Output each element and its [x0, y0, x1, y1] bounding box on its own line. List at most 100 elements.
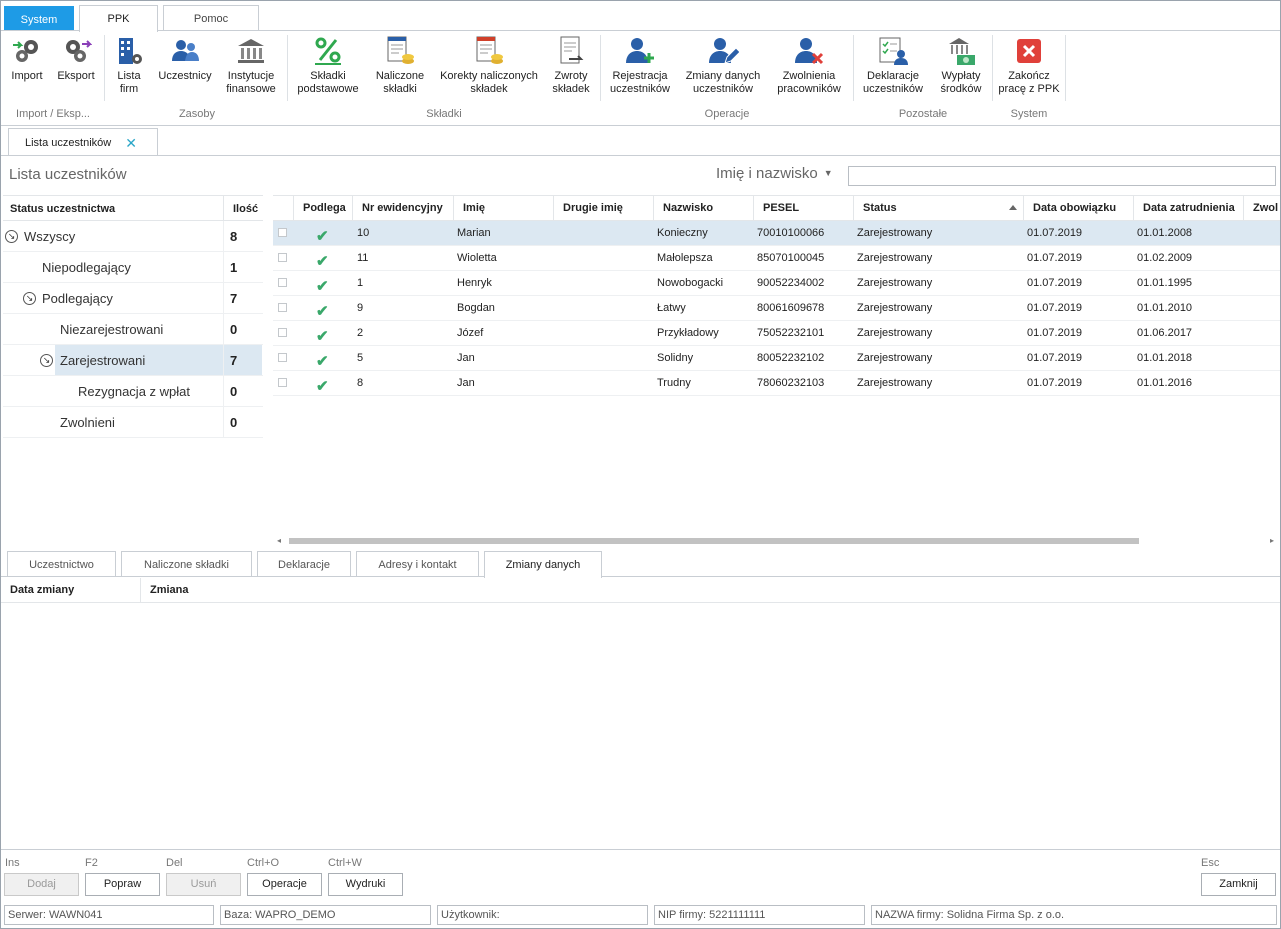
scrollbar-thumb[interactable]: [289, 538, 1139, 544]
col-podlega[interactable]: Podlega: [293, 196, 350, 220]
expand-icon[interactable]: ↘: [5, 230, 18, 243]
cell-nr: 2: [357, 327, 364, 339]
cell-nazwisko: Małolepsza: [657, 252, 713, 264]
col-zmiana[interactable]: Zmiana: [140, 578, 189, 602]
col-data-obowiazku[interactable]: Data obowiązku: [1023, 196, 1133, 220]
deklaracje-label-1: Deklaracje: [867, 70, 919, 82]
col-status-label: Status: [863, 202, 897, 214]
tree-item-niezarejestrowani[interactable]: Niezarejestrowani 0: [3, 314, 263, 345]
row-checkbox[interactable]: [278, 353, 287, 362]
group-label-zasoby: Zasoby: [178, 108, 216, 120]
table-row[interactable]: ✔ 5 Jan Solidny 80052232102 Zarejestrowany 01.…: [273, 346, 1280, 371]
korekty-button[interactable]: Korekty naliczonych składek: [435, 35, 543, 96]
col-pesel[interactable]: PESEL: [753, 196, 853, 220]
row-checkbox[interactable]: [278, 228, 287, 237]
row-checkbox[interactable]: [278, 253, 287, 262]
eksport-button[interactable]: Eksport: [53, 35, 99, 83]
dodaj-button[interactable]: Dodaj: [4, 873, 79, 896]
tree-item-podlegajacy[interactable]: ↘ Podlegający 7: [3, 283, 263, 314]
zakoncz-button[interactable]: Zakończ pracę z PPK: [997, 35, 1061, 96]
scroll-right-icon[interactable]: ▸: [1270, 534, 1274, 548]
hotkey-esc: Esc: [1201, 857, 1220, 869]
table-row[interactable]: ✔ 10 Marian Konieczny 70010100066 Zarejestrow…: [273, 221, 1280, 246]
sort-ascending-icon: [1009, 205, 1017, 210]
close-icon[interactable]: ✕: [125, 129, 137, 157]
table-row[interactable]: ✔ 11 Wioletta Małolepsza 85070100045 Zarejest…: [273, 246, 1280, 271]
expand-icon[interactable]: ↘: [23, 292, 36, 305]
import-button[interactable]: Import: [5, 35, 49, 83]
tree-item-count: 0: [223, 407, 263, 437]
expand-icon[interactable]: ↘: [40, 354, 53, 367]
instytucje-button[interactable]: Instytucje finansowe: [221, 35, 281, 96]
zmiany-danych-button[interactable]: Zmiany danych uczestników: [681, 35, 765, 96]
col-drugie-imie[interactable]: Drugie imię: [553, 196, 653, 220]
row-checkbox[interactable]: [278, 303, 287, 312]
lista-firm-button[interactable]: Lista firm: [109, 35, 149, 96]
scroll-left-icon[interactable]: ◂: [277, 534, 281, 548]
zwolnienia-button[interactable]: Zwolnienia pracowników: [771, 35, 847, 96]
skladki-podstawowe-button[interactable]: Składki podstawowe: [292, 35, 364, 96]
search-input[interactable]: [848, 166, 1276, 186]
zamknij-button[interactable]: Zamknij: [1201, 873, 1276, 896]
tree-item-zwolnieni[interactable]: Zwolnieni 0: [3, 407, 263, 438]
table-row[interactable]: ✔ 1 Henryk Nowobogacki 90052234002 Zarejestro…: [273, 271, 1280, 296]
status-uzytkownik: Użytkownik:: [437, 905, 648, 925]
cell-status: Zarejestrowany: [857, 327, 933, 339]
col-data-zmiany[interactable]: Data zmiany: [10, 578, 74, 603]
instytucje-label-2: finansowe: [226, 83, 276, 95]
divider: [1, 576, 1280, 577]
naliczone-skladki-button[interactable]: Naliczone składki: [371, 35, 429, 96]
tree-item-niepodlegajacy[interactable]: Niepodlegający 1: [3, 252, 263, 283]
deklaracje-button[interactable]: Deklaracje uczestników: [858, 35, 928, 96]
tree-item-rezygnacja[interactable]: Rezygnacja z wpłat 0: [3, 376, 263, 407]
tree-item-wszyscy[interactable]: ↘ Wszyscy 8: [3, 221, 263, 252]
tree-item-zarejestrowani[interactable]: Zarejestrowani ↘ 7: [3, 345, 263, 376]
korekty-label-2: składek: [470, 83, 508, 95]
tab-system[interactable]: System: [4, 6, 74, 31]
row-checkbox[interactable]: [278, 328, 287, 337]
deklaracje-label-2: uczestników: [863, 83, 923, 95]
operacje-button[interactable]: Operacje: [247, 873, 322, 896]
tab-zmiany-danych[interactable]: Zmiany danych: [484, 551, 602, 578]
rejestracja-button[interactable]: Rejestracja uczestników: [605, 35, 675, 96]
horizontal-scrollbar[interactable]: ◂ ▸: [273, 534, 1280, 548]
cell-zatr: 01.06.2017: [1137, 327, 1193, 339]
wyplaty-button[interactable]: Wypłaty środków: [934, 35, 988, 96]
table-row[interactable]: ✔ 9 Bogdan Łatwy 80061609678 Zarejestrowany 01…: [273, 296, 1280, 321]
naliczone-skladki-label-1: Naliczone: [375, 70, 425, 82]
tab-uczestnictwo[interactable]: Uczestnictwo: [7, 551, 116, 577]
group-separator: [600, 35, 601, 101]
payout-icon: [949, 38, 975, 65]
wydruki-button[interactable]: Wydruki: [328, 873, 403, 896]
status-baza: Baza: WAPRO_DEMO: [220, 905, 431, 925]
usun-button[interactable]: Usuń: [166, 873, 241, 896]
col-data-zatrudnienia[interactable]: Data zatrudnienia: [1133, 196, 1243, 220]
divider: [1, 155, 1280, 156]
zwroty-button[interactable]: Zwroty składek: [548, 35, 594, 96]
uczestnicy-button[interactable]: Uczestnicy: [155, 35, 215, 83]
search-field-selector[interactable]: Imię i nazwisko ▼: [716, 165, 833, 182]
table-row[interactable]: ✔ 8 Jan Trudny 78060232103 Zarejestrowany 01.0…: [273, 371, 1280, 396]
col-zwolnienia[interactable]: Zwol: [1243, 196, 1280, 220]
cell-imie: Józef: [457, 327, 484, 339]
popraw-button[interactable]: Popraw: [85, 873, 160, 896]
tab-deklaracje[interactable]: Deklaracje: [257, 551, 351, 577]
col-nazwisko[interactable]: Nazwisko: [653, 196, 753, 220]
tab-ppk[interactable]: PPK: [79, 5, 158, 32]
col-nr-ewidencyjny[interactable]: Nr ewidencyjny: [352, 196, 453, 220]
col-status[interactable]: Status: [853, 196, 1023, 220]
table-row[interactable]: ✔ 2 Józef Przykładowy 75052232101 Zarejestrow…: [273, 321, 1280, 346]
row-checkbox[interactable]: [278, 378, 287, 387]
cell-nr: 1: [357, 277, 364, 289]
wyplaty-label-1: Wypłaty: [941, 70, 981, 82]
cell-nr: 9: [357, 302, 364, 314]
col-imie[interactable]: Imię: [453, 196, 553, 220]
cell-obow: 01.07.2019: [1027, 277, 1083, 289]
tab-adresy-kontakt[interactable]: Adresy i kontakt: [356, 551, 479, 577]
tab-pomoc[interactable]: Pomoc: [163, 5, 259, 31]
instytucje-label-1: Instytucje: [227, 70, 275, 82]
row-checkbox[interactable]: [278, 278, 287, 287]
doc-tab-lista-uczestnikow[interactable]: Lista uczestników ✕: [8, 128, 158, 156]
tab-naliczone-skladki[interactable]: Naliczone składki: [121, 551, 252, 577]
tree-item-count: 7: [223, 283, 263, 313]
